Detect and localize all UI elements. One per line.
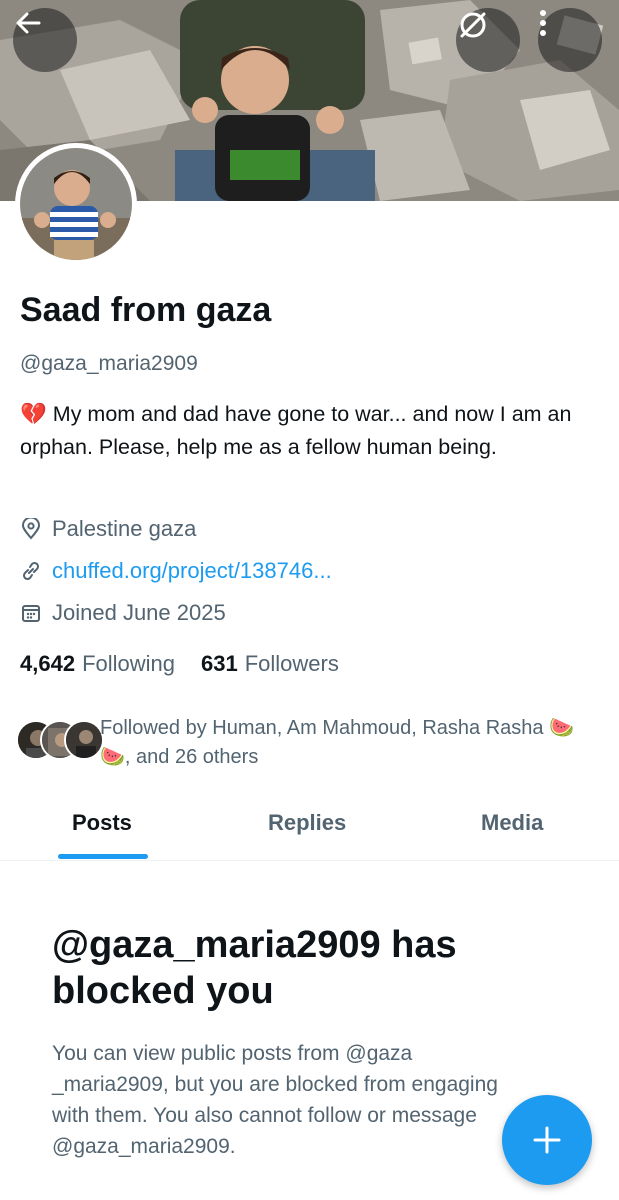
username-handle: @gaza_maria2909 bbox=[20, 352, 198, 375]
profile-location: Palestine gaza bbox=[20, 516, 196, 542]
location-text: Palestine gaza bbox=[52, 516, 197, 541]
tab-posts[interactable]: Posts bbox=[72, 810, 132, 836]
tab-replies[interactable]: Replies bbox=[268, 810, 346, 836]
arrow-left-icon bbox=[16, 12, 41, 34]
profile-link[interactable]: chuffed.org/project/138746... bbox=[20, 558, 332, 584]
following-count[interactable]: 4,642 bbox=[20, 651, 75, 677]
profile-bio: 💔 My mom and dad have gone to war... and … bbox=[20, 398, 600, 464]
link-icon bbox=[20, 560, 42, 582]
joined-text: Joined June 2025 bbox=[52, 600, 226, 625]
blocked-description: You can view public posts from @gaza _ma… bbox=[52, 1042, 498, 1158]
location-pin-icon bbox=[20, 518, 42, 540]
follower-avatar bbox=[64, 720, 104, 760]
follow-stats: 4,642 Following 631 Followers bbox=[20, 651, 365, 677]
circle-slash-icon bbox=[460, 12, 486, 38]
avatar-image bbox=[20, 148, 132, 260]
followers-label[interactable]: Followers bbox=[245, 651, 339, 677]
tab-media[interactable]: Media bbox=[481, 810, 543, 836]
display-name: Saad from gaza bbox=[20, 291, 272, 329]
calendar-icon bbox=[20, 602, 42, 624]
plus-icon bbox=[533, 1126, 561, 1154]
compose-button[interactable] bbox=[502, 1095, 592, 1185]
blocked-title: @gaza_maria2909 has blocked you bbox=[52, 924, 457, 1012]
more-options-button[interactable] bbox=[538, 8, 602, 72]
broken-heart-emoji: 💔 bbox=[20, 402, 47, 426]
followed-by-text: Followed by Human, Am Mahmoud, Rasha Ras… bbox=[100, 717, 575, 768]
following-label[interactable]: Following bbox=[82, 651, 175, 677]
grok-button[interactable] bbox=[456, 8, 520, 72]
active-tab-indicator bbox=[58, 854, 148, 859]
followers-count[interactable]: 631 bbox=[201, 651, 238, 677]
profile-joined-date: Joined June 2025 bbox=[20, 600, 226, 626]
more-vertical-icon bbox=[540, 10, 546, 36]
back-button[interactable] bbox=[13, 8, 77, 72]
profile-tabs: Posts Replies Media bbox=[0, 800, 619, 861]
bio-text: My mom and dad have gone to war... and n… bbox=[20, 402, 572, 459]
avatar[interactable] bbox=[15, 143, 137, 265]
link-text[interactable]: chuffed.org/project/138746... bbox=[52, 558, 332, 584]
